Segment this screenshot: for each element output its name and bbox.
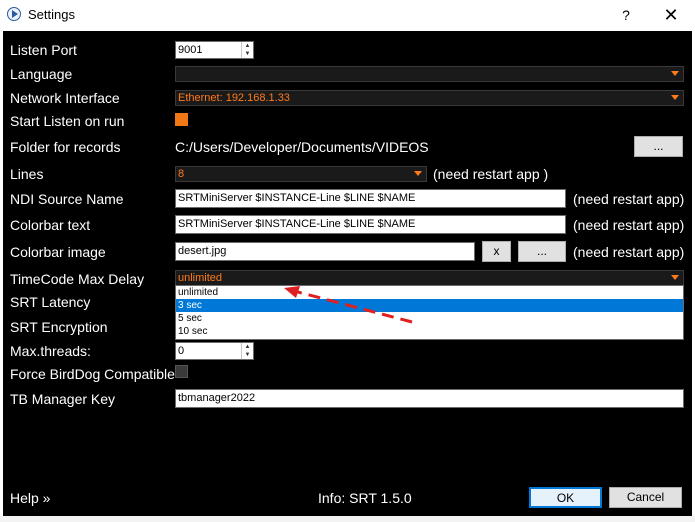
birddog-label: Force BirdDog Compatible [10,366,175,382]
listen-port-label: Listen Port [10,42,77,58]
colorbar-text-input[interactable]: SRTMiniServer $INSTANCE-Line $LINE $NAME [175,215,566,234]
chevron-down-icon [671,95,679,100]
dropdown-option-5-sec[interactable]: 5 sec [176,312,683,325]
colorbar-text-label: Colorbar text [10,217,91,233]
colorbar-image-clear-button[interactable]: x [482,241,511,262]
timecode-label: TimeCode Max Delay [10,271,145,287]
network-interface-value: Ethernet: 192.168.1.33 [178,92,290,104]
annotation-arrow-icon [284,286,413,324]
annotation-arrow-head [284,286,300,298]
help-link[interactable]: Help » [10,490,50,506]
window-bottom-edge [0,516,695,522]
tb-manager-label: TB Manager Key [10,391,116,407]
lines-select[interactable]: 8 [175,166,427,182]
folder-browse-button[interactable]: ... [634,136,683,157]
timecode-value: unlimited [178,272,223,284]
max-threads-value: 0 [178,345,185,357]
language-select[interactable] [175,66,684,82]
tb-manager-input[interactable]: tbmanager2022 [175,389,684,408]
title-bar: Settings ? ✕ [0,0,695,30]
start-listen-checkbox[interactable] [175,113,188,126]
folder-path: C:/Users/Developer/Documents/VIDEOS [175,139,429,155]
dropdown-option-3-sec[interactable]: 3 sec [176,299,683,312]
colorbar-image-browse-button[interactable]: ... [518,241,566,262]
max-threads-input[interactable]: 0 ▲ ▼ [175,342,254,360]
colorbar-image-note: (need restart app) [573,244,685,260]
listen-port-value: 9001 [178,44,203,56]
max-threads-label: Max.threads: [10,343,91,359]
chevron-down-icon [671,275,679,280]
lines-label: Lines [10,166,44,182]
colorbar-image-label: Colorbar image [10,244,106,260]
annotation-arrow-line [293,289,413,324]
max-threads-spinner-icon[interactable]: ▲ ▼ [241,343,253,359]
ndi-source-label: NDI Source Name [10,191,124,207]
app-icon [7,7,21,21]
help-icon[interactable]: ? [614,4,638,26]
colorbar-text-note: (need restart app) [573,217,685,233]
ok-button[interactable]: OK [529,487,602,508]
birddog-checkbox[interactable] [175,365,188,378]
colorbar-image-input[interactable]: desert.jpg [175,242,475,261]
lines-value: 8 [178,168,185,180]
language-label: Language [10,66,73,82]
timecode-dropdown-list: unlimited 3 sec 5 sec 10 sec [175,285,684,340]
dropdown-option-10-sec[interactable]: 10 sec [176,325,683,338]
timecode-select[interactable]: unlimited [175,270,684,286]
network-interface-label: Network Interface [10,90,120,106]
ndi-source-input[interactable]: SRTMiniServer $INSTANCE-Line $LINE $NAME [175,189,566,208]
start-listen-label: Start Listen on run [10,113,125,129]
srt-encryption-label: SRT Encryption [10,319,108,335]
window-title: Settings [28,7,75,22]
chevron-down-icon [414,171,422,176]
chevron-down-icon [671,71,679,76]
folder-label: Folder for records [10,139,121,155]
listen-port-spinner-icon[interactable]: ▲ ▼ [241,42,253,58]
dropdown-option-unlimited[interactable]: unlimited [176,286,683,299]
cancel-button[interactable]: Cancel [609,487,682,508]
info-text: Info: SRT 1.5.0 [318,490,412,506]
ndi-source-note: (need restart app) [573,191,685,207]
lines-note: (need restart app ) [433,166,549,182]
srt-latency-label: SRT Latency [10,294,91,310]
close-icon[interactable]: ✕ [659,4,683,26]
network-interface-select[interactable]: Ethernet: 192.168.1.33 [175,90,684,106]
listen-port-input[interactable]: 9001 ▲ ▼ [175,41,254,59]
